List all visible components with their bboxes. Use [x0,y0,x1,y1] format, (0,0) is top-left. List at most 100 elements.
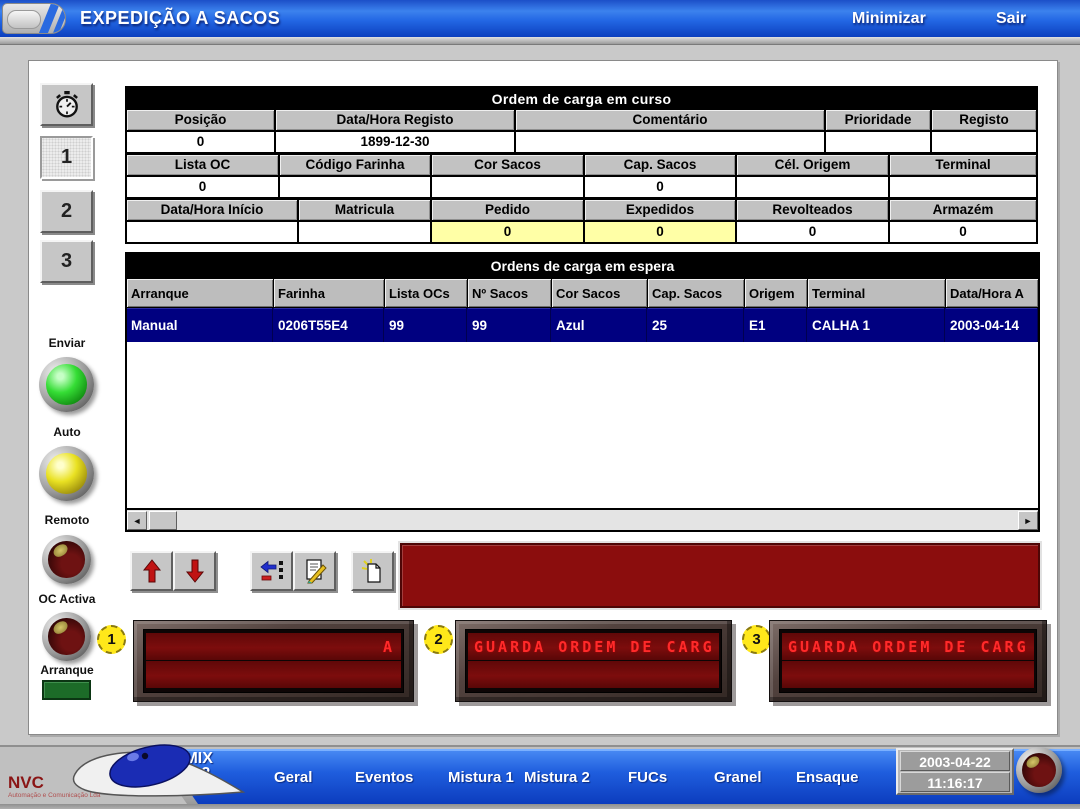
column-header-cap-sacos[interactable]: Cap. Sacos [648,279,744,307]
expedicao-a-sacos-screen: EXPEDIÇÃO A SACOS Minimizar Sair 1 2 3 E… [0,0,1080,809]
menu-item-geral[interactable]: Geral [274,769,312,786]
menu-item-mistura-2[interactable]: Mistura 2 [524,769,590,786]
move-down-button[interactable] [173,551,216,591]
exit-button[interactable]: Sair [996,0,1026,37]
column-header-data-hora[interactable]: Data/Hora A [946,279,1038,307]
column-header-lista-ocs[interactable]: Lista OCs [385,279,467,307]
menu-item-mistura-1[interactable]: Mistura 1 [448,769,514,786]
remove-order-icon [259,558,285,584]
waiting-orders-table: Ordens de carga em espera Arranque Farin… [125,252,1040,532]
column-header: Prioridade [826,110,930,130]
led-line [146,661,401,688]
brand-name: NVC [8,773,44,792]
scroll-right-icon: ► [1024,516,1033,526]
stopwatch-icon [54,91,80,119]
move-up-button[interactable] [130,551,173,591]
nvc-logo-icon: NVC Automação e Comunicação Lda [5,744,250,804]
current-order-row2: Lista OC Código Farinha Cor Sacos Cap. S… [127,155,1036,197]
enviar-light [39,357,94,412]
menu-item-granel[interactable]: Granel [714,769,762,786]
column-header-n-sacos[interactable]: Nº Sacos [468,279,551,307]
waiting-orders-header: Arranque Farinha Lista OCs Nº Sacos Cor … [127,278,1038,308]
scrollbar-thumb[interactable] [149,511,177,530]
value-cell-codigo-farinha [280,177,430,197]
led-line: GUARDA ORDEM DE CARG [468,633,719,660]
column-header-terminal[interactable]: Terminal [808,279,945,307]
value-cell-prioridade [826,132,930,152]
edit-order-icon [302,558,328,584]
column-header: Cor Sacos [432,155,583,175]
arranque-status-indicator [42,680,91,700]
title-bar: EXPEDIÇÃO A SACOS Minimizar Sair [0,0,1080,37]
value-cell-comentario [516,132,824,152]
titlebar-divider [0,37,1080,45]
horizontal-scrollbar[interactable]: ◄ ► [127,508,1038,530]
menu-item-fucs[interactable]: FUCs [628,769,667,786]
column-header-farinha[interactable]: Farinha [274,279,384,307]
scroll-right-button[interactable]: ► [1018,511,1038,530]
app-logo-icon [2,3,66,34]
column-header: Lista OC [127,155,278,175]
remoto-light [42,535,91,584]
date-display: 2003-04-22 [900,751,1010,771]
auto-label: Auto [24,425,110,439]
value-cell-terminal [890,177,1036,197]
display-badge-2: 2 [424,625,453,654]
arranque-label: Arranque [24,663,110,677]
column-header-cor-sacos[interactable]: Cor Sacos [552,279,647,307]
edit-order-button[interactable] [293,551,336,591]
scroll-left-icon: ◄ [133,516,142,526]
led-display-2: GUARDA ORDEM DE CARG [455,620,732,702]
column-header: Comentário [516,110,824,130]
waiting-orders-list-area[interactable] [127,342,1038,508]
column-header-origem[interactable]: Origem [745,279,807,307]
value-cell-cel-origem [737,177,888,197]
column-header: Matricula [299,200,430,220]
table-row-selected[interactable]: Manual 0206T55E4 99 99 Azul 25 E1 CALHA … [127,308,1038,342]
value-cell-data-hora-inicio [127,222,297,242]
waiting-orders-title: Ordens de carga em espera [127,254,1038,278]
row-cell-data-hora: 2003-04-14 [946,308,1038,342]
clock-panel: 2003-04-22 11:16:17 [896,748,1014,795]
message-panel [400,543,1040,608]
value-cell-pedido: 0 [432,222,583,242]
remove-order-button[interactable] [250,551,293,591]
column-header: Cél. Origem [737,155,888,175]
column-header: Expedidos [585,200,735,220]
page-button-3[interactable]: 3 [40,240,93,283]
page-title: EXPEDIÇÃO A SACOS [80,0,280,37]
timer-button[interactable] [40,83,93,126]
oc-activa-label: OC Activa [24,592,110,606]
value-cell-lista-oc: 0 [127,177,278,197]
value-cell-matricula [299,222,430,242]
oc-activa-light [42,612,91,661]
bottom-bar-shadow [0,804,1080,809]
column-header: Cap. Sacos [585,155,735,175]
current-order-row3: Data/Hora Início Matricula Pedido Expedi… [127,200,1036,242]
column-header: Armazém [890,200,1036,220]
value-cell-cap-sacos: 0 [585,177,735,197]
status-light [1016,747,1062,793]
display-badge-1: 1 [97,625,126,654]
led-line [468,661,719,688]
column-header: Pedido [432,200,583,220]
menu-item-ensaque[interactable]: Ensaque [796,769,859,786]
column-header: Terminal [890,155,1036,175]
scroll-left-button[interactable]: ◄ [127,511,147,530]
value-cell-expedidos: 0 [585,222,735,242]
column-header-arranque[interactable]: Arranque [127,279,273,307]
column-header: Data/Hora Registo [276,110,514,130]
row-cell-cor-sacos: Azul [552,308,647,342]
menu-item-eventos[interactable]: Eventos [355,769,413,786]
brand-subtext: Automação e Comunicação Lda [8,792,101,799]
led-display-3: GUARDA ORDEM DE CARG [769,620,1047,702]
current-order-title: Ordem de carga em curso [127,88,1036,110]
row-cell-origem: E1 [745,308,807,342]
column-header: Revolteados [737,200,888,220]
page-button-2[interactable]: 2 [40,190,93,233]
minimize-button[interactable]: Minimizar [852,0,926,37]
value-cell-cor-sacos [432,177,583,197]
new-order-button[interactable] [351,551,394,591]
page-button-1[interactable]: 1 [40,136,93,179]
row-cell-n-sacos: 99 [468,308,551,342]
